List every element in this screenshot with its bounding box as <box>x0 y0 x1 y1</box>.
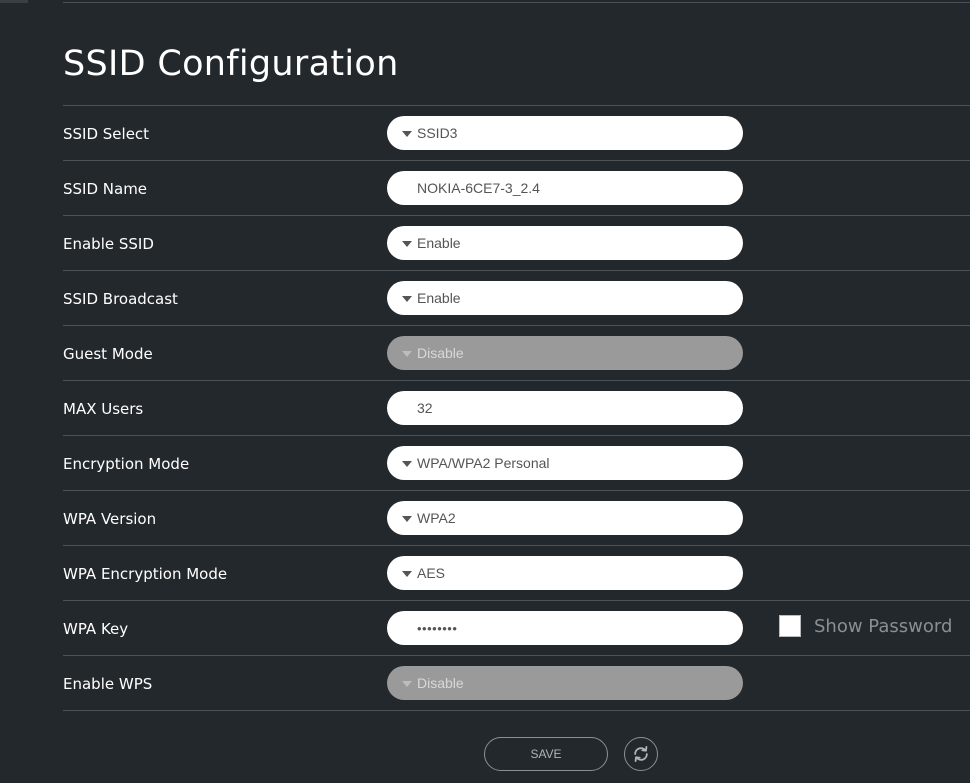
ssid-config-form: SSID Select SSID3 SSID Name NOKIA-6CE7-3… <box>63 105 970 711</box>
row-encryption-mode: Encryption Mode WPA/WPA2 Personal <box>63 435 970 490</box>
refresh-button[interactable] <box>624 737 658 771</box>
caret-down-icon <box>402 570 412 577</box>
wpa-key-value: •••••••• <box>417 620 458 636</box>
caret-down-icon <box>402 240 412 247</box>
wpa-version-value: WPA2 <box>417 510 456 526</box>
row-wpa-version: WPA Version WPA2 <box>63 490 970 545</box>
enable-ssid-label: Enable SSID <box>63 235 154 253</box>
enable-ssid-dropdown[interactable]: Enable <box>387 226 743 260</box>
ssid-broadcast-dropdown[interactable]: Enable <box>387 281 743 315</box>
enable-wps-label: Enable WPS <box>63 675 153 693</box>
top-divider <box>63 2 970 3</box>
caret-down-icon <box>402 350 412 357</box>
max-users-label: MAX Users <box>63 400 144 418</box>
caret-down-icon <box>402 680 412 687</box>
row-enable-wps: Enable WPS Disable <box>63 655 970 711</box>
ssid-broadcast-label: SSID Broadcast <box>63 290 178 308</box>
caret-down-icon <box>402 460 412 467</box>
row-ssid-broadcast: SSID Broadcast Enable <box>63 270 970 325</box>
row-guest-mode: Guest Mode Disable <box>63 325 970 380</box>
refresh-icon <box>634 746 648 762</box>
enable-wps-value: Disable <box>417 675 464 691</box>
enable-wps-dropdown: Disable <box>387 666 743 700</box>
ssid-select-value: SSID3 <box>417 125 458 141</box>
row-enable-ssid: Enable SSID Enable <box>63 215 970 270</box>
wpa-version-label: WPA Version <box>63 510 157 528</box>
row-wpa-key: WPA Key •••••••• Show Password <box>63 600 970 655</box>
wpa-version-dropdown[interactable]: WPA2 <box>387 501 743 535</box>
save-button[interactable]: SAVE <box>484 737 608 771</box>
row-ssid-name: SSID Name NOKIA-6CE7-3_2.4 <box>63 160 970 215</box>
show-password-checkbox[interactable] <box>779 615 801 637</box>
ssid-select-dropdown[interactable]: SSID3 <box>387 116 743 150</box>
enable-ssid-value: Enable <box>417 235 461 251</box>
wpa-encryption-mode-label: WPA Encryption Mode <box>63 565 228 583</box>
max-users-input[interactable]: 32 <box>387 391 743 425</box>
guest-mode-value: Disable <box>417 345 464 361</box>
row-max-users: MAX Users 32 <box>63 380 970 435</box>
ssid-name-value: NOKIA-6CE7-3_2.4 <box>417 180 540 196</box>
wpa-encryption-mode-value: AES <box>417 565 446 581</box>
caret-down-icon <box>402 295 412 302</box>
wpa-key-label: WPA Key <box>63 620 129 638</box>
wpa-encryption-mode-dropdown[interactable]: AES <box>387 556 743 590</box>
encryption-mode-label: Encryption Mode <box>63 455 190 473</box>
caret-down-icon <box>402 130 412 137</box>
guest-mode-dropdown: Disable <box>387 336 743 370</box>
ssid-broadcast-value: Enable <box>417 290 461 306</box>
show-password-label: Show Password <box>814 615 953 637</box>
show-password-toggle[interactable]: Show Password <box>779 615 952 637</box>
ssid-name-label: SSID Name <box>63 180 148 198</box>
row-ssid-select: SSID Select SSID3 <box>63 105 970 160</box>
top-tab-indicator <box>0 0 28 3</box>
page-title: SSID Configuration <box>63 44 399 84</box>
ssid-select-label: SSID Select <box>63 125 150 143</box>
encryption-mode-dropdown[interactable]: WPA/WPA2 Personal <box>387 446 743 480</box>
row-wpa-encryption-mode: WPA Encryption Mode AES <box>63 545 970 600</box>
ssid-name-input[interactable]: NOKIA-6CE7-3_2.4 <box>387 171 743 205</box>
guest-mode-label: Guest Mode <box>63 345 153 363</box>
caret-down-icon <box>402 515 412 522</box>
encryption-mode-value: WPA/WPA2 Personal <box>417 455 550 471</box>
max-users-value: 32 <box>417 400 433 416</box>
wpa-key-input[interactable]: •••••••• <box>387 611 743 645</box>
